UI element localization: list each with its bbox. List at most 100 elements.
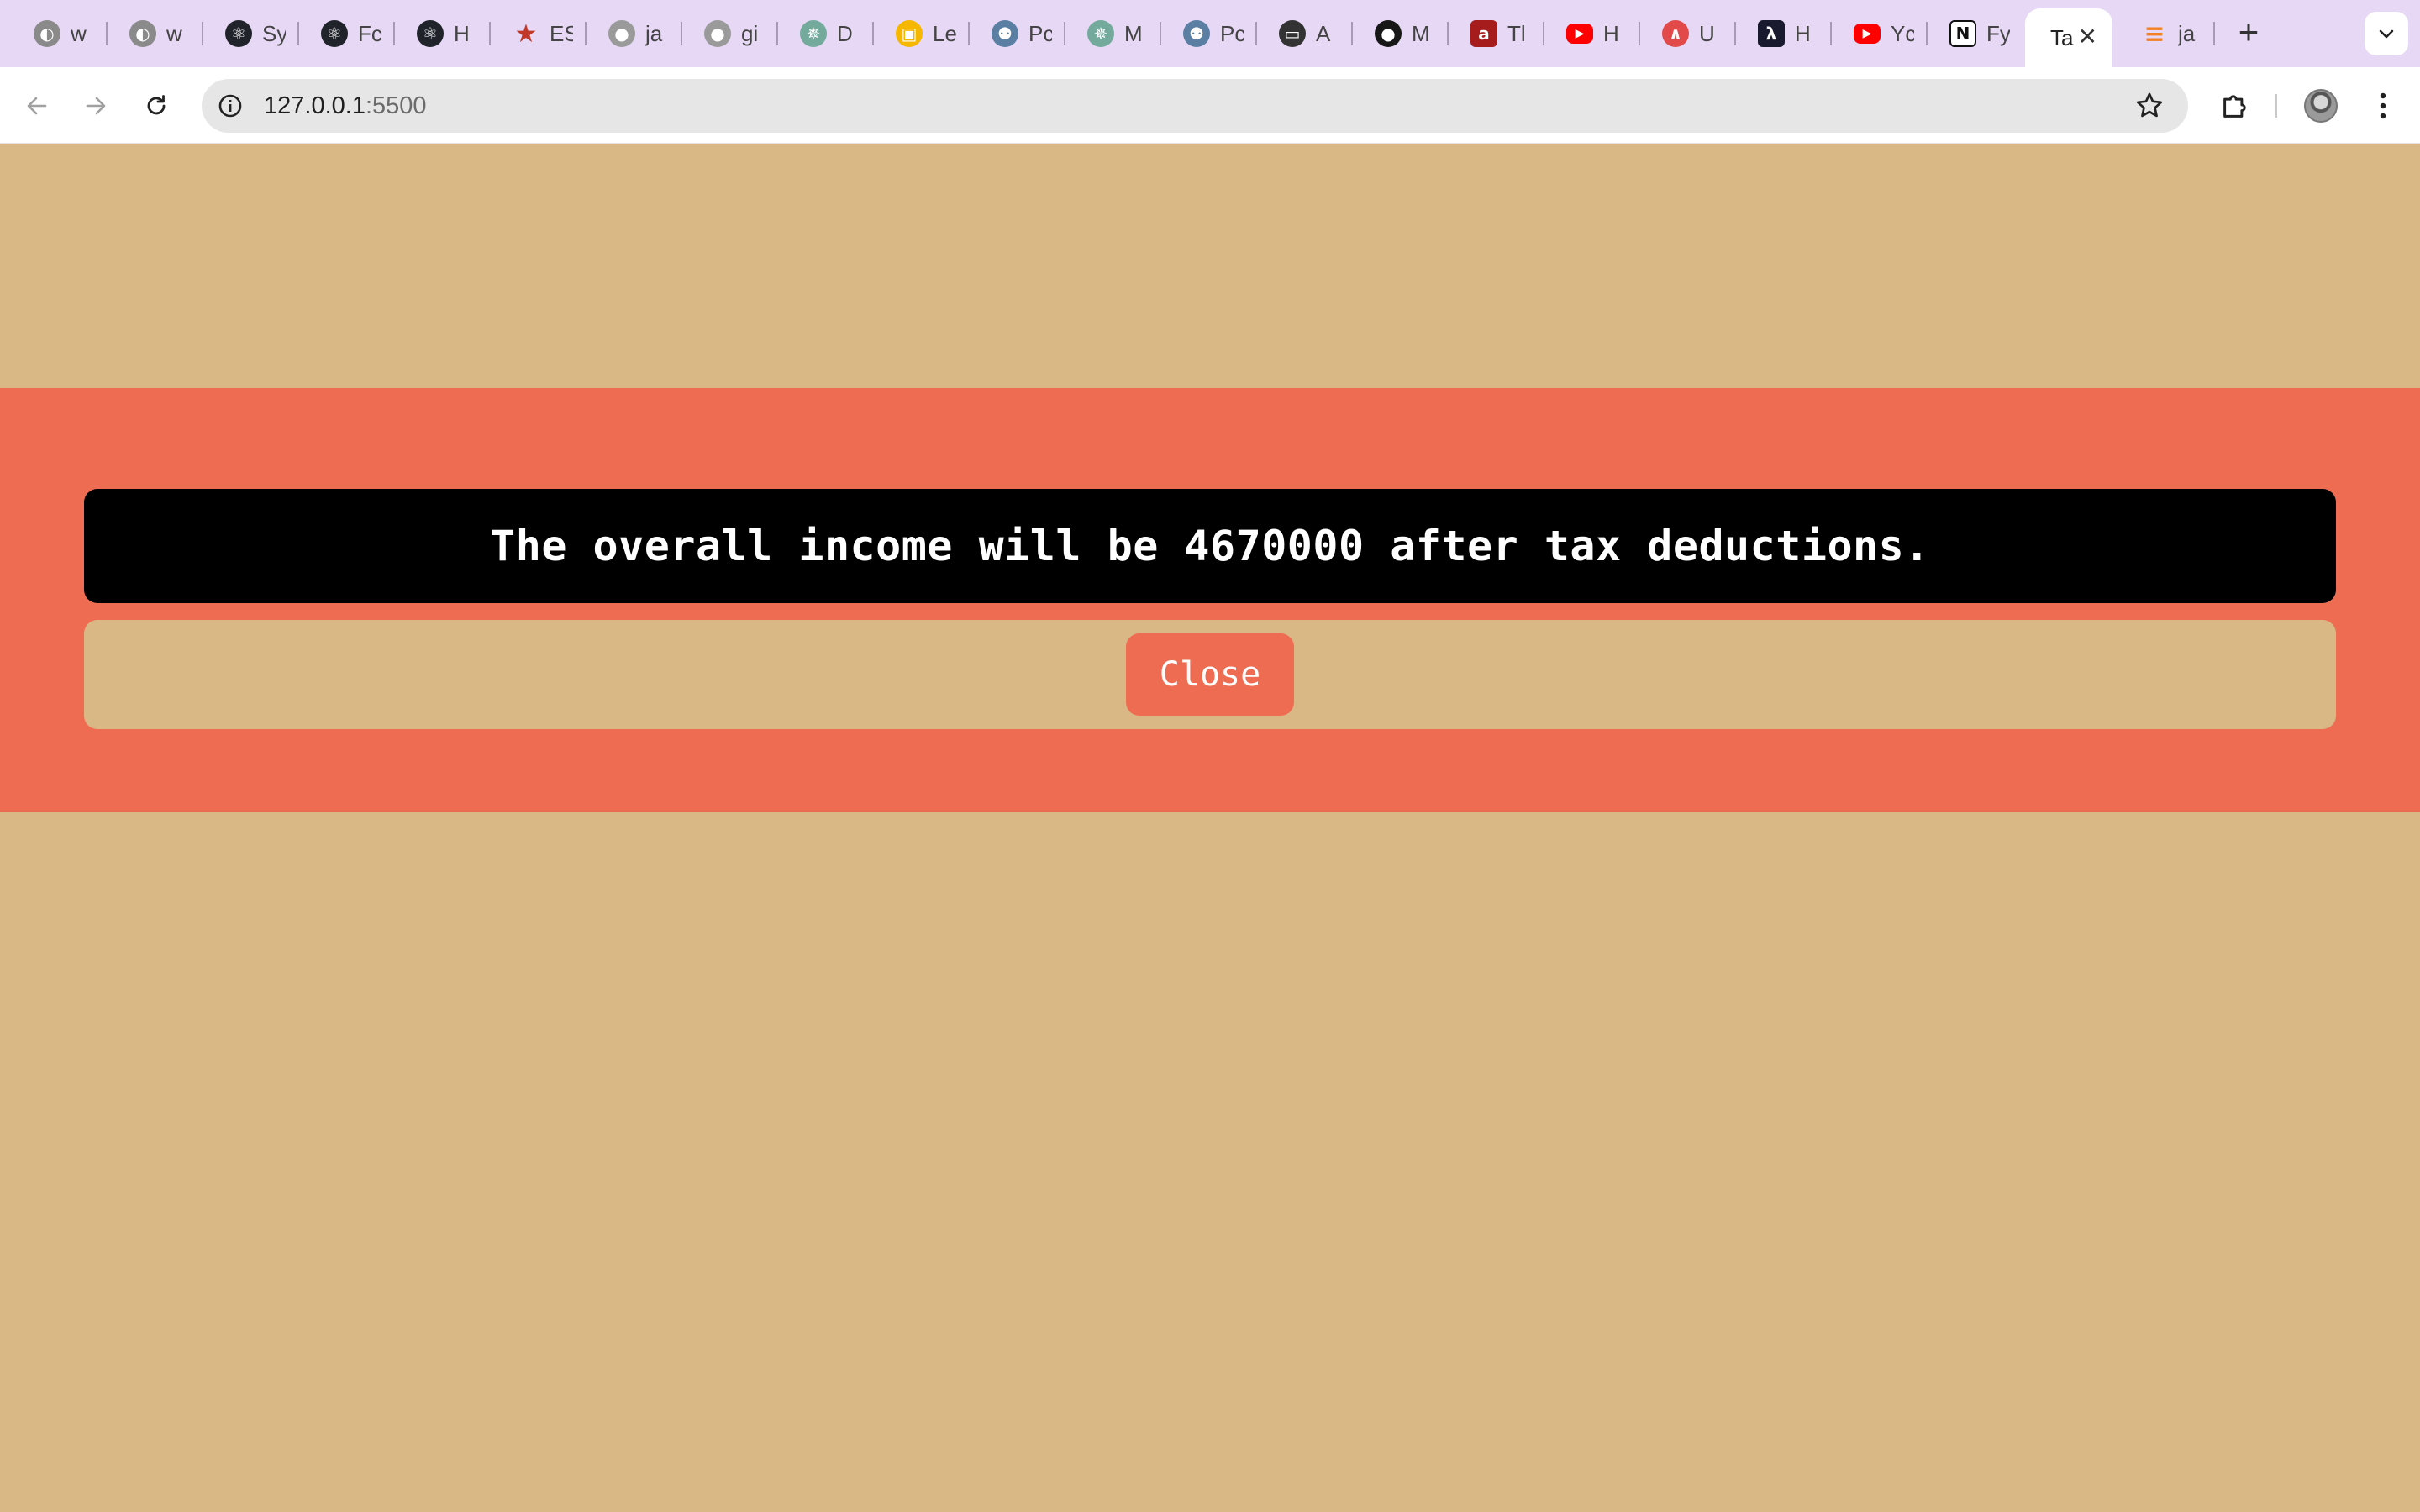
- tab-search-button[interactable]: [2365, 12, 2408, 55]
- github-icon: ●: [704, 20, 731, 47]
- puzzle-piece-icon: [2223, 95, 2246, 118]
- tab-label: H: [454, 20, 470, 46]
- browser-tab[interactable]: ✵ M: [1071, 12, 1155, 55]
- tab-strip: + ◐ w ◐ w ⚛ Sy ⚛ Fc ⚛ H ★ ES ● ja ● gi ✵ D ▣ Le ⚉ Pc ✵ M ⚉ Pc ▭ A ● M…: [0, 0, 2420, 67]
- result-message: The overall income will be 4670000 after…: [490, 522, 1930, 570]
- browser-tab[interactable]: ▶ H: [1549, 12, 1634, 55]
- tab-label: Tl: [1507, 20, 1526, 46]
- youtube-icon: ▶: [1854, 24, 1881, 44]
- leetcode-icon: ▣: [896, 20, 923, 47]
- tab-separator: [1734, 22, 1736, 45]
- browser-tab[interactable]: ● gi: [687, 12, 771, 55]
- github-icon: ●: [608, 20, 635, 47]
- url-host: 127.0.0.1: [264, 92, 366, 119]
- browser-tab[interactable]: ▶ Yc: [1837, 12, 1921, 55]
- tab-separator: [489, 22, 491, 45]
- browser-menu-button[interactable]: [2368, 86, 2398, 126]
- site-info-icon[interactable]: [217, 92, 244, 119]
- tab-label: w: [166, 20, 182, 46]
- tab-separator: [968, 22, 970, 45]
- browser-tab[interactable]: ★ ES: [496, 12, 580, 55]
- modal-actions: Close: [84, 620, 2336, 729]
- forward-button[interactable]: [76, 86, 116, 126]
- tab-separator: [1255, 22, 1257, 45]
- tab-separator: [1447, 22, 1449, 45]
- tab-label: D: [837, 20, 853, 46]
- extensions-button[interactable]: [2215, 86, 2255, 126]
- tab-separator: [1639, 22, 1640, 45]
- stackoverflow-icon: ≡: [2144, 18, 2165, 49]
- reload-icon: [147, 95, 166, 115]
- privacy-shield-icon: ◐: [129, 20, 156, 47]
- browser-tab[interactable]: ⚛ Sy: [208, 12, 292, 55]
- tab-separator: [1543, 22, 1544, 45]
- tab-label: Fy: [1986, 20, 2010, 46]
- arrow-left-icon: [27, 97, 47, 115]
- browser-tab[interactable]: ● ja: [592, 12, 676, 55]
- privacy-shield-icon: ◐: [34, 20, 60, 47]
- tab-label: w: [71, 20, 87, 46]
- tab-separator: [1926, 22, 1928, 45]
- browser-tab[interactable]: ∧ U: [1645, 12, 1729, 55]
- tab-label: gi: [741, 20, 759, 46]
- tab-label: M: [1412, 20, 1430, 46]
- notion-icon: N: [1949, 20, 1976, 47]
- url-port: :5500: [365, 92, 427, 119]
- new-tab-button[interactable]: +: [2230, 14, 2267, 52]
- url-text[interactable]: 127.0.0.1:5500: [264, 91, 427, 121]
- bookmark-star-icon[interactable]: [2134, 91, 2165, 121]
- tab-separator: [776, 22, 778, 45]
- document-icon: ▭: [1279, 20, 1306, 47]
- browser-tab[interactable]: ⚛ H: [400, 12, 484, 55]
- tab-label: Fc: [358, 20, 381, 46]
- tab-separator: [202, 22, 203, 45]
- tab-label: ja: [2178, 20, 2196, 46]
- tab-label: A: [1316, 20, 1331, 46]
- react-icon: ⚛: [417, 20, 444, 47]
- tab-label: H: [1795, 20, 1811, 46]
- tab-separator: [106, 22, 108, 45]
- reload-button[interactable]: [136, 86, 176, 126]
- address-bar[interactable]: 127.0.0.1:5500: [202, 79, 2188, 133]
- react-icon: ⚛: [321, 20, 348, 47]
- browser-tab[interactable]: ⚉ Pc: [1166, 12, 1250, 55]
- youtube-icon: ▶: [1566, 24, 1593, 44]
- a-letter-icon: a: [1470, 20, 1497, 47]
- browser-tab[interactable]: Ta ✕: [2025, 8, 2112, 67]
- browser-tab[interactable]: ◐ w: [113, 12, 197, 55]
- browser-tab[interactable]: ◐ w: [17, 12, 101, 55]
- github-icon: ●: [1375, 20, 1402, 47]
- close-tab-icon[interactable]: ✕: [2078, 25, 2097, 49]
- tab-separator: [872, 22, 874, 45]
- page-content: The overall income will be 4670000 after…: [0, 144, 2420, 1512]
- result-message-box: The overall income will be 4670000 after…: [84, 489, 2336, 603]
- tab-separator: [1830, 22, 1832, 45]
- browser-tab[interactable]: ⚉ Pc: [975, 12, 1059, 55]
- tab-label: Pc: [1220, 20, 1244, 46]
- result-modal: The overall income will be 4670000 after…: [0, 388, 2420, 812]
- browser-toolbar: 127.0.0.1:5500: [0, 67, 2420, 144]
- close-button[interactable]: Close: [1126, 633, 1294, 716]
- browser-tab[interactable]: a Tl: [1454, 12, 1538, 55]
- browser-tab[interactable]: λH: [1741, 12, 1825, 55]
- browser-tab[interactable]: ≡ ja: [2124, 12, 2208, 55]
- browser-tab[interactable]: N Fy: [1933, 12, 2017, 55]
- tab-label: Ta: [2050, 24, 2074, 50]
- tab-label: ES: [550, 20, 573, 46]
- chevron-down-icon: [2379, 29, 2394, 39]
- star-icon: ★: [514, 18, 538, 49]
- browser-tab[interactable]: ▣ Le: [879, 12, 963, 55]
- browser-tab[interactable]: ✵ D: [783, 12, 867, 55]
- chatgpt-icon: ✵: [800, 20, 827, 47]
- tab-separator: [1351, 22, 1353, 45]
- toolbar-divider: [2275, 94, 2277, 118]
- tab-separator: [1064, 22, 1065, 45]
- arrow-right-icon: [86, 97, 106, 115]
- chatgpt-icon: ✵: [1087, 20, 1114, 47]
- browser-tab[interactable]: ⚛ Fc: [304, 12, 388, 55]
- browser-tab[interactable]: ● M: [1358, 12, 1442, 55]
- back-button[interactable]: [17, 86, 57, 126]
- tab-separator: [681, 22, 682, 45]
- browser-tab[interactable]: ▭ A: [1262, 12, 1346, 55]
- profile-avatar[interactable]: [2304, 89, 2338, 123]
